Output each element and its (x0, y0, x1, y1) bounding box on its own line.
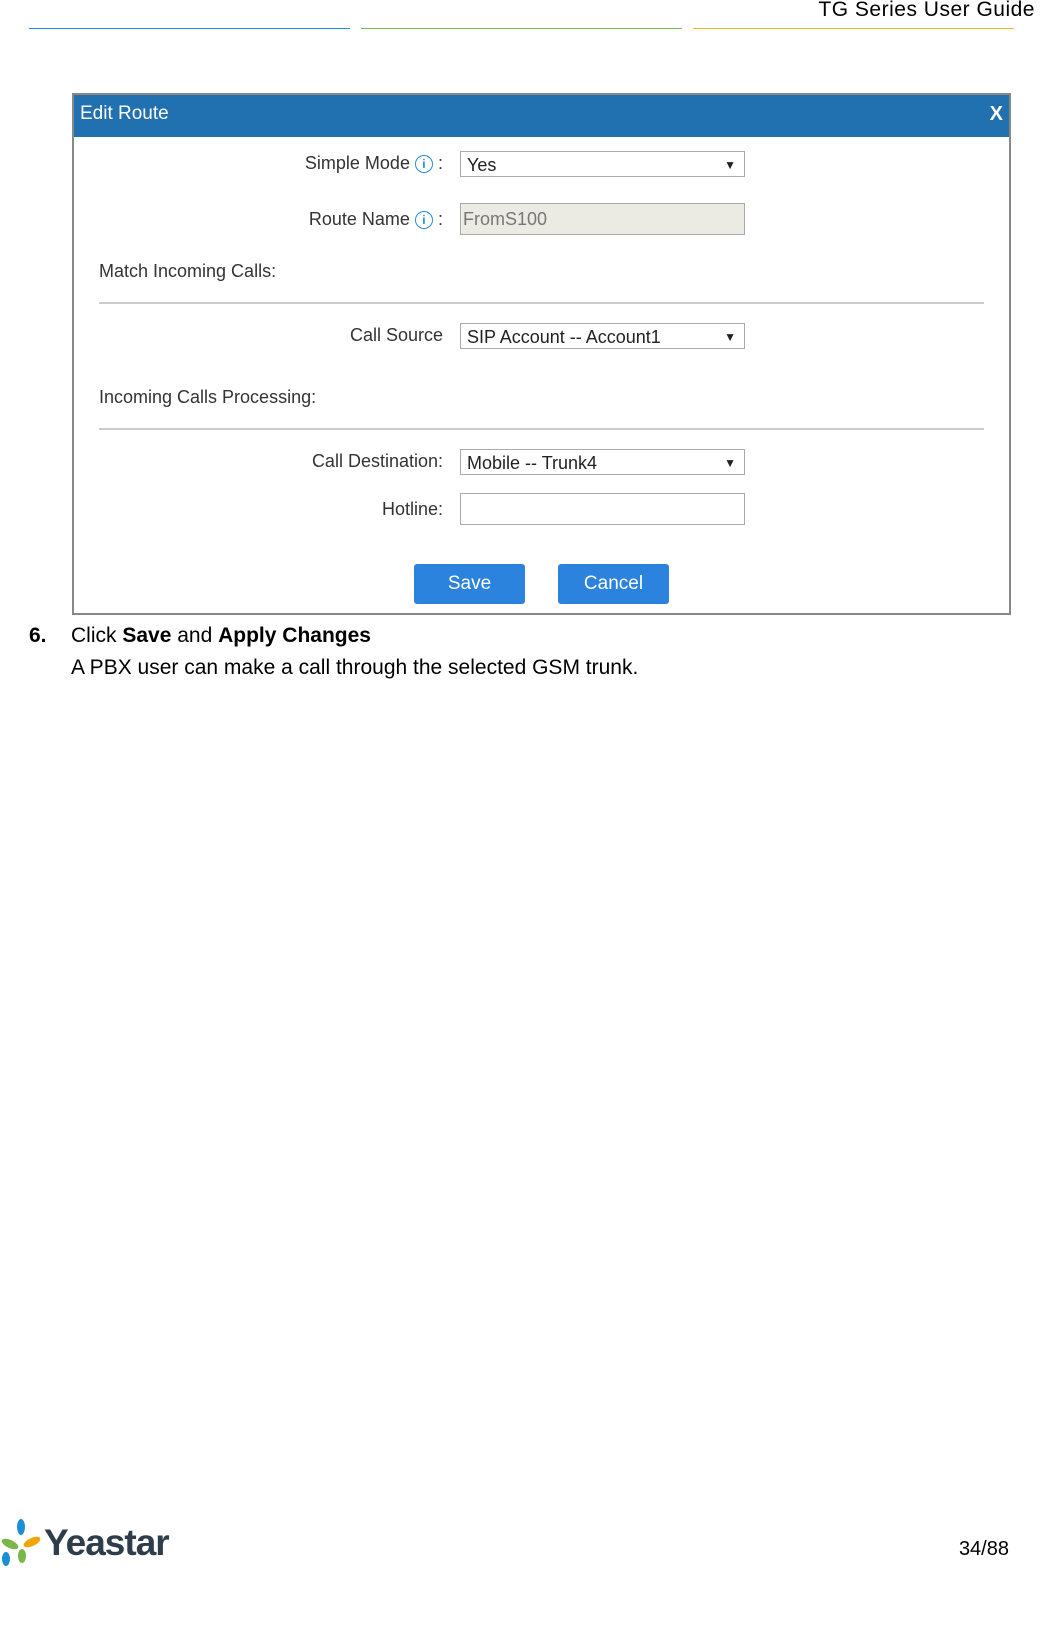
route-name-input[interactable]: FromS100 (460, 203, 745, 235)
cancel-button[interactable]: Cancel (558, 564, 669, 604)
match-incoming-calls-heading: Match Incoming Calls: (99, 261, 277, 281)
header-line-yellow (693, 28, 1014, 29)
save-button[interactable]: Save (414, 564, 525, 604)
divider (99, 302, 984, 304)
info-icon[interactable]: i (414, 211, 433, 230)
edit-route-dialog: Edit Route X Simple Mode i : Yes ▼ Route … (72, 93, 1011, 615)
step-description: A PBX user can make a call through the s… (71, 656, 639, 679)
call-destination-select[interactable]: Mobile -- Trunk4 ▼ (460, 449, 745, 475)
info-icon[interactable]: i (414, 155, 433, 174)
dropdown-arrow-icon: ▼ (724, 330, 736, 344)
page-number: 34/88 (958, 1538, 1009, 1560)
divider (99, 428, 984, 430)
logo-text: Yeastar (44, 1522, 170, 1563)
dropdown-arrow-icon: ▼ (724, 456, 736, 470)
yeastar-logo: Yeastar (0, 1518, 170, 1566)
simple-mode-label: Simple Mode i : (304, 153, 443, 174)
hotline-label: Hotline: (381, 499, 443, 519)
step-instruction: Click Save and Apply Changes (71, 624, 371, 647)
dropdown-arrow-icon: ▼ (724, 158, 736, 172)
dialog-title-bar: Edit Route X (74, 95, 1009, 137)
call-source-select[interactable]: SIP Account -- Account1 ▼ (460, 323, 745, 349)
header-line-blue (29, 28, 350, 29)
header-line-green (361, 28, 682, 29)
header-title: TG Series User Guide (818, 0, 1035, 21)
incoming-calls-processing-heading: Incoming Calls Processing: (99, 387, 317, 407)
call-destination-label: Call Destination: (311, 451, 443, 471)
yeastar-logo-icon (1, 1519, 41, 1566)
hotline-input[interactable] (460, 493, 745, 525)
step-number: 6. (29, 624, 47, 647)
route-name-label: Route Name i : (308, 209, 443, 230)
close-icon[interactable]: X (990, 95, 1003, 133)
simple-mode-select[interactable]: Yes ▼ (460, 151, 745, 177)
dialog-title: Edit Route (80, 103, 169, 124)
call-source-label: Call Source (349, 325, 443, 345)
